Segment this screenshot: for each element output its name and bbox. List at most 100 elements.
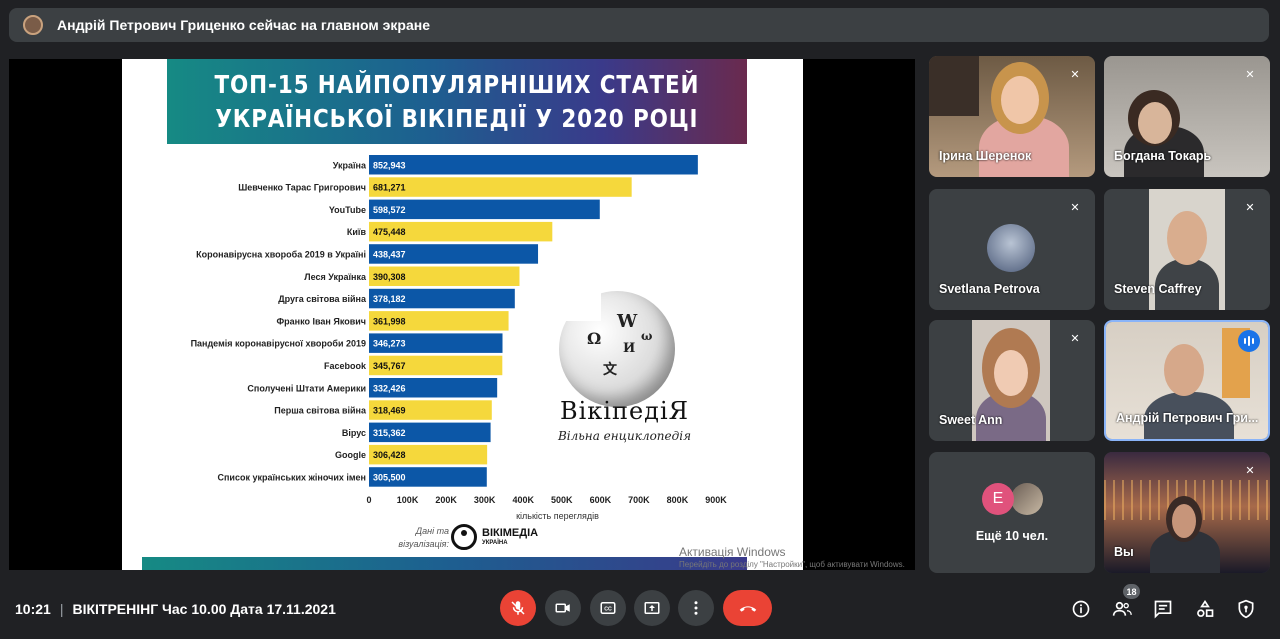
chart-value-label: 346,273 [373,339,406,349]
presenting-banner-text: Андрій Петрович Гриценко сейчас на главн… [57,17,430,33]
present-icon [644,602,660,614]
svg-text:CC: CC [604,607,612,613]
chart-category-label: Франко Іван Якович [276,316,366,326]
shield-icon [1238,599,1254,619]
participants-button[interactable] [1110,597,1134,621]
chart-category-label: Сполучені Штати Америки [247,383,366,393]
chart-category-label: Друга світова війна [278,294,367,304]
presenter-avatar [23,15,43,35]
meeting-details[interactable]: 10:21 | ВІКІТРЕНІНГ Час 10.00 Дата 17.11.2… [15,601,336,617]
avatar [1011,483,1043,515]
wikipedia-globe-logo: W Ω И 文 ω [559,291,675,407]
more-participants-tile[interactable]: E Ещё 10 чел. [929,452,1095,573]
chart-category-label: Вірус [342,428,366,438]
wikipedia-tagline: Вільна енциклопедія [557,429,692,443]
chart-value-label: 305,500 [373,472,406,482]
presenting-banner: Андрій Петрович Гриценко сейчас на главн… [9,8,1269,42]
mic-toggle-button[interactable] [500,590,536,626]
wikipedia-wordmark: ВікіпедіЯ [559,397,690,425]
avatar [987,224,1035,272]
participant-name: Богдана Токарь [1114,149,1212,163]
chart-category-label: Леся Українка [304,272,367,282]
participant-name: Svetlana Petrova [939,282,1040,296]
host-controls-button[interactable] [1234,597,1258,621]
camera-icon [555,603,570,613]
participant-name: Ірина Шеренок [939,149,1032,163]
chat-button[interactable] [1151,597,1175,621]
credit-label: Дані та візуалізація: [398,526,449,549]
chart-category-label: Facebook [324,361,367,371]
mic-off-icon: ✕ [1245,68,1255,81]
chart-value-label: 852,943 [373,160,406,170]
presentation-stage[interactable]: ТОП-15 НАЙПОПУЛЯРНІШИХ СТАТЕЙ УКРАЇНСЬКО… [9,59,915,570]
participant-tile[interactable]: ✕ Богдана Токарь [1104,56,1270,177]
captions-button[interactable]: CC [590,590,626,626]
participant-initial-avatar: E [982,483,1014,515]
watermark-line1: Активація Windows [679,545,786,559]
wikimedia-logo-icon [451,524,477,550]
participants-count-badge: 18 [1123,584,1140,599]
chart-category-label: Україна [333,160,367,170]
chart-x-tick: 800K [667,495,689,505]
participant-tile[interactable]: ✕ Svetlana Petrova [929,189,1095,310]
bar-chart: Україна 852,943 Шевченко Тарас Григорович 6… [191,155,727,521]
call-end-icon [739,606,756,612]
chart-category-label: Київ [347,227,367,237]
chart-value-label: 332,426 [373,383,406,393]
camera-toggle-button[interactable] [545,590,581,626]
chart-x-tick: 0 [366,495,371,505]
chart-category-label: Пандемія коронавірусної хвороби 2019 [191,339,366,349]
chart-category-label: Список українських жіночих імен [218,472,367,482]
people-icon [1112,601,1132,616]
participant-name: Steven Caffrey [1114,282,1202,296]
mic-off-icon: ✕ [1070,68,1080,81]
chart-x-tick: 200K [435,495,457,505]
participant-tile[interactable]: ✕ Ірина Шеренок [929,56,1095,177]
chart-value-label: 306,428 [373,450,406,460]
meeting-info-button[interactable] [1069,597,1093,621]
self-view-tile[interactable]: ✕ Вы [1104,452,1270,573]
wikimedia-org: ВІКІМЕДІА УКРАЇНА [482,528,538,548]
meeting-title: ВІКІТРЕНІНГ Час 10.00 Дата 17.11.2021 [72,601,336,617]
chart-bar [369,155,698,175]
chart-x-tick: 900K [705,495,727,505]
mic-off-icon: ✕ [1245,464,1255,477]
chart-category-label: Коронавірусна хвороба 2019 в Україні [196,249,366,259]
windows-activation-watermark: Активація Windows Перейдіть до розділу "… [679,545,909,571]
wikimedia-org-sub: УКРАЇНА [482,540,508,546]
chart-value-label: 390,308 [373,272,406,282]
speaking-indicator-icon [1238,330,1260,352]
chart-value-label: 318,469 [373,406,406,416]
chat-icon [1154,600,1172,619]
participant-tile-active-speaker[interactable]: Андрій Петрович Гри... [1104,320,1270,441]
more-options-button[interactable] [678,590,714,626]
more-participants-label: Ещё 10 чел. [975,529,1049,543]
activities-button[interactable] [1193,597,1217,621]
chart-value-label: 475,448 [373,227,406,237]
chart-value-label: 681,271 [373,183,406,193]
present-now-button[interactable] [634,590,670,626]
mic-off-icon [511,601,525,615]
meeting-separator: | [59,601,64,617]
participant-tile[interactable]: ✕ Sweet Ann [929,320,1095,441]
chart-x-tick: 600K [590,495,612,505]
activities-icon [1197,599,1214,617]
chart-x-tick: 400K [512,495,534,505]
leave-call-button[interactable] [723,590,772,626]
chart-value-label: 315,362 [373,428,406,438]
participant-name: Sweet Ann [939,413,1003,427]
control-bar: 10:21 | ВІКІТРЕНІНГ Час 10.00 Дата 17.11.2… [0,580,1280,639]
chart-x-tick: 500K [551,495,573,505]
chart-category-label: Шевченко Тарас Григорович [238,183,366,193]
chart-value-label: 345,767 [373,361,406,371]
captions-icon: CC [600,602,616,614]
chart-bar [369,177,632,197]
chart-x-tick: 100K [397,495,419,505]
chart-x-tick: 300K [474,495,496,505]
meeting-time: 10:21 [15,601,51,617]
chart-x-tick: 700K [628,495,650,505]
slide-bottom-bar [142,557,747,570]
mic-off-icon: ✕ [1245,201,1255,214]
mic-off-icon: ✕ [1070,201,1080,214]
participant-tile[interactable]: ✕ Steven Caffrey [1104,189,1270,310]
